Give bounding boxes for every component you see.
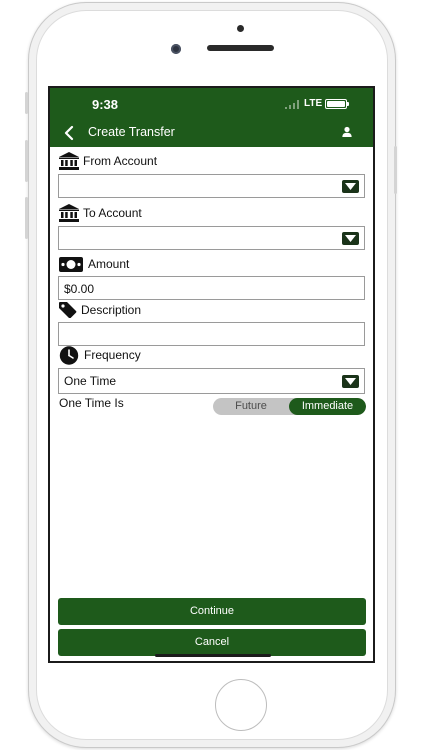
caret-down-icon[interactable] <box>342 375 359 388</box>
amount-label: Amount <box>88 257 130 271</box>
bank-icon <box>59 152 79 170</box>
from-account-label: From Account <box>83 154 158 168</box>
tag-icon <box>59 302 77 318</box>
amount-label-row: Amount <box>59 254 129 274</box>
description-label-row: Description <box>59 300 141 320</box>
chevron-left-icon[interactable] <box>60 123 80 143</box>
volume-down-button <box>25 197 28 239</box>
description-input[interactable] <box>58 322 365 346</box>
amount-input[interactable]: $0.00 <box>58 276 365 300</box>
future-option[interactable]: Future <box>213 398 289 415</box>
status-bar: 9:38 LTE <box>50 88 373 120</box>
status-time: 9:38 <box>92 97 119 112</box>
immediate-option[interactable]: Immediate <box>289 398 366 415</box>
frequency-select[interactable]: One Time <box>58 368 365 394</box>
one-time-is-label: One Time Is <box>59 396 124 410</box>
to-account-select[interactable] <box>58 226 365 250</box>
to-account-label-row: To Account <box>59 203 142 223</box>
caret-down-icon[interactable] <box>342 232 359 245</box>
page-title: Create Transfer <box>88 125 175 139</box>
home-button[interactable] <box>215 679 267 731</box>
power-button <box>394 146 397 194</box>
to-account-label: To Account <box>83 206 142 220</box>
description-label: Description <box>81 303 142 317</box>
home-indicator <box>155 654 271 657</box>
user-icon[interactable] <box>340 125 354 139</box>
mute-switch <box>25 92 28 114</box>
volume-up-button <box>25 140 28 182</box>
caret-down-icon[interactable] <box>342 180 359 193</box>
signal-icon <box>285 100 299 109</box>
network-label: LTE <box>304 98 323 109</box>
battery-icon <box>325 99 349 109</box>
frequency-value: One Time <box>64 374 117 388</box>
front-camera <box>171 44 181 54</box>
frequency-label-row: Frequency <box>59 345 141 365</box>
proximity-sensor <box>237 25 244 32</box>
money-icon <box>59 256 83 272</box>
clock-icon <box>59 345 79 365</box>
app-screen: 9:38 LTE Create Transfer From Account To… <box>48 86 375 663</box>
amount-value: $0.00 <box>64 282 95 296</box>
from-account-select[interactable] <box>58 174 365 198</box>
timing-toggle[interactable]: Future Immediate <box>213 398 366 415</box>
frequency-label: Frequency <box>84 348 141 362</box>
from-account-label-row: From Account <box>59 151 157 171</box>
continue-button[interactable]: Continue <box>58 598 366 625</box>
cancel-button[interactable]: Cancel <box>58 629 366 656</box>
nav-bar: Create Transfer <box>50 120 373 147</box>
earpiece-speaker <box>207 45 274 51</box>
bank-icon <box>59 204 79 222</box>
